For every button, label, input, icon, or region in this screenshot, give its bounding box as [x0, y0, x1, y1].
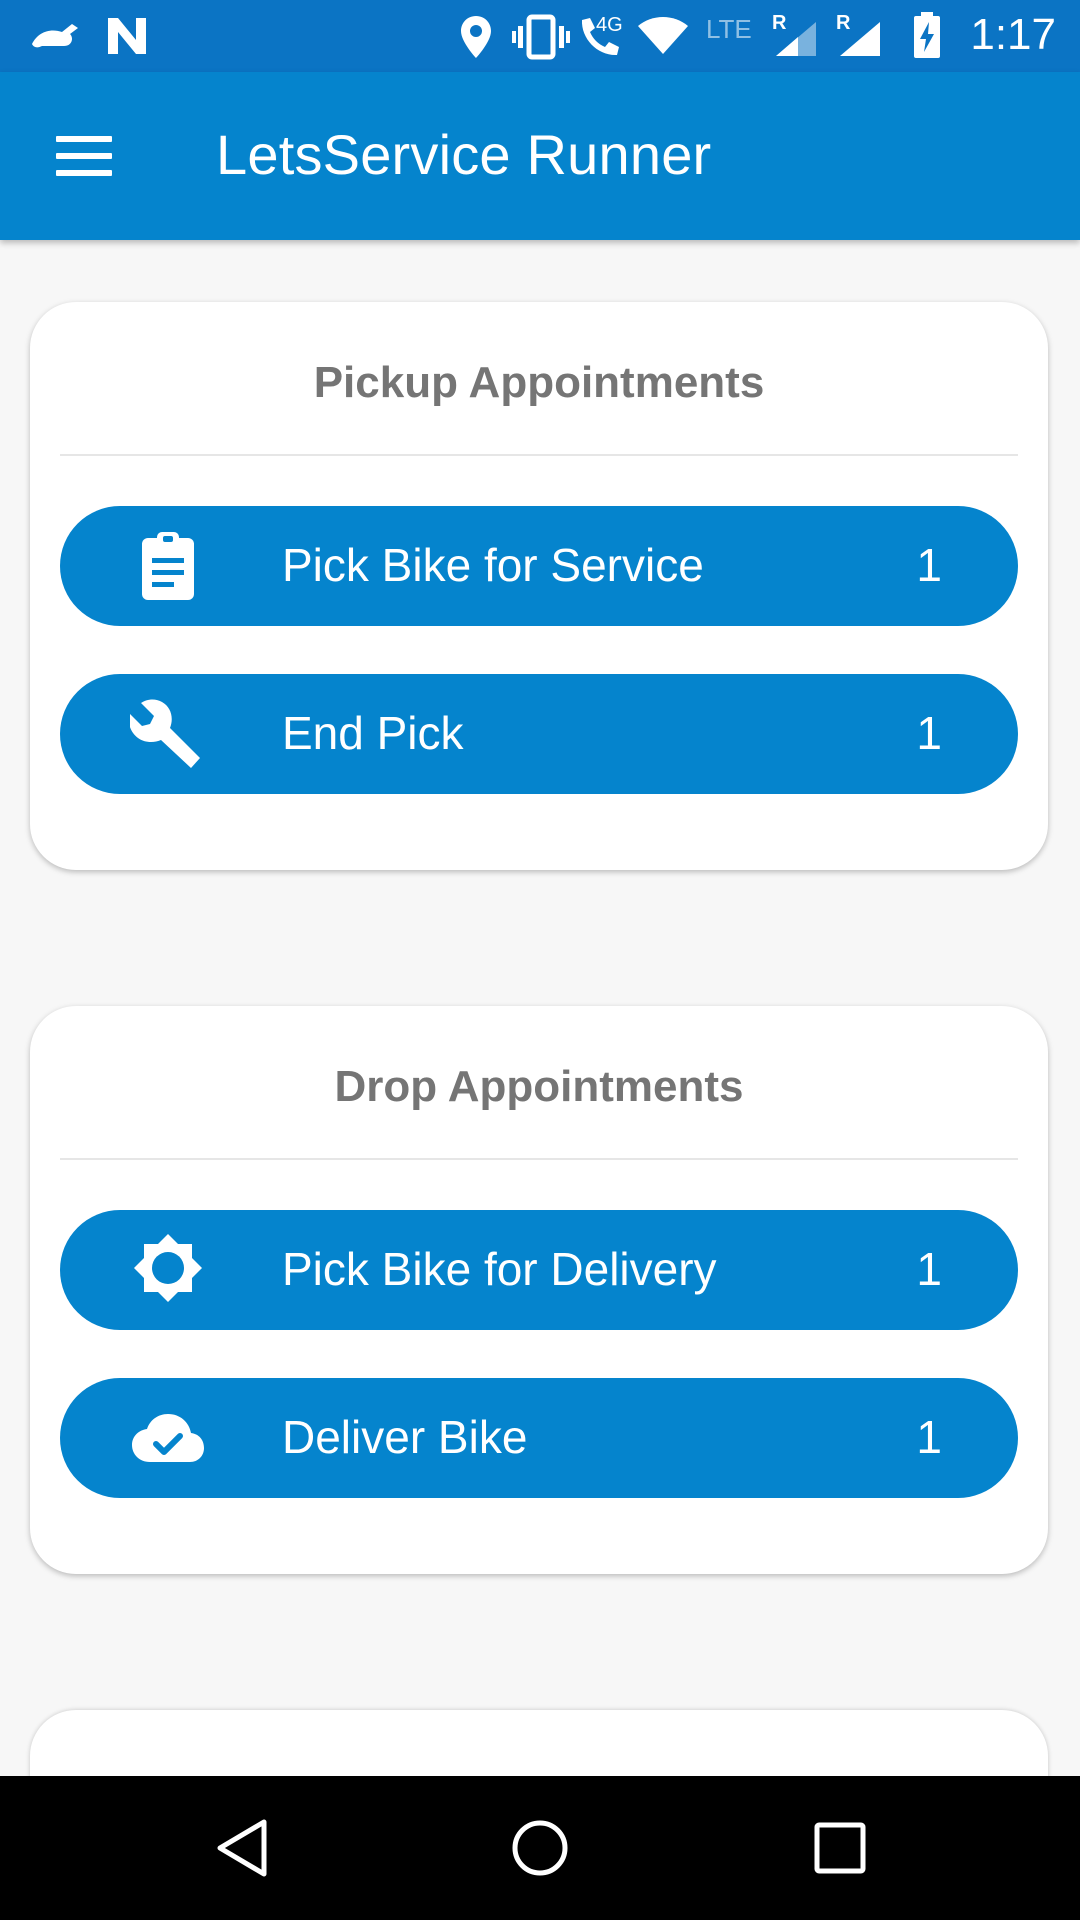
- clipboard-icon: [142, 532, 194, 600]
- status-bar: 4G LTE R R 1:17: [0, 0, 1080, 72]
- battery-charging-icon: [914, 12, 940, 58]
- wrench-icon: [130, 699, 200, 768]
- card-title: Drop Appointments: [334, 1062, 744, 1111]
- deliver-bike-button[interactable]: Deliver Bike 1: [60, 1378, 1018, 1498]
- n-notification-icon: [108, 18, 146, 54]
- pill-count: 1: [916, 539, 942, 591]
- pill-label: Pick Bike for Service: [282, 539, 704, 591]
- hamburger-menu-icon[interactable]: [40, 116, 128, 196]
- recents-icon[interactable]: [812, 1818, 868, 1878]
- navigation-bar: [0, 1776, 1080, 1920]
- signal-icon: [776, 22, 816, 56]
- vibrate-icon: [512, 14, 570, 60]
- end-pick-button[interactable]: End Pick 1: [60, 674, 1018, 794]
- network-4g-label: 4G: [596, 14, 623, 36]
- pill-count: 1: [916, 707, 942, 759]
- status-time: 1:17: [970, 10, 1056, 59]
- card-title: Pickup Appointments: [313, 358, 765, 407]
- pickup-appointments-card: Pickup Appointments Pick Bike for Servic…: [30, 302, 1048, 870]
- divider: [60, 454, 1018, 456]
- location-icon: [461, 16, 491, 58]
- app-title: LetsService Runner: [216, 123, 712, 186]
- drop-appointments-card: Drop Appointments Pick Bike for Delivery…: [30, 1006, 1048, 1574]
- app-bar: LetsService Runner: [0, 72, 1080, 240]
- wifi-icon: [638, 17, 688, 54]
- pick-bike-for-service-button[interactable]: Pick Bike for Service 1: [60, 506, 1018, 626]
- cloud-done-icon: [132, 1414, 204, 1462]
- back-icon[interactable]: [214, 1818, 270, 1878]
- signal-icon: [840, 22, 880, 56]
- pill-label: Deliver Bike: [282, 1411, 528, 1463]
- pill-label: Pick Bike for Delivery: [282, 1243, 717, 1295]
- brightness-icon: [134, 1234, 202, 1302]
- home-icon[interactable]: [510, 1818, 570, 1878]
- pick-bike-for-delivery-button[interactable]: Pick Bike for Delivery 1: [60, 1210, 1018, 1330]
- app-notification-icon: [32, 24, 78, 48]
- pill-label: End Pick: [282, 707, 464, 759]
- divider: [60, 1158, 1018, 1160]
- pill-count: 1: [916, 1243, 942, 1295]
- network-lte-label: LTE: [706, 14, 752, 44]
- pill-count: 1: [916, 1411, 942, 1463]
